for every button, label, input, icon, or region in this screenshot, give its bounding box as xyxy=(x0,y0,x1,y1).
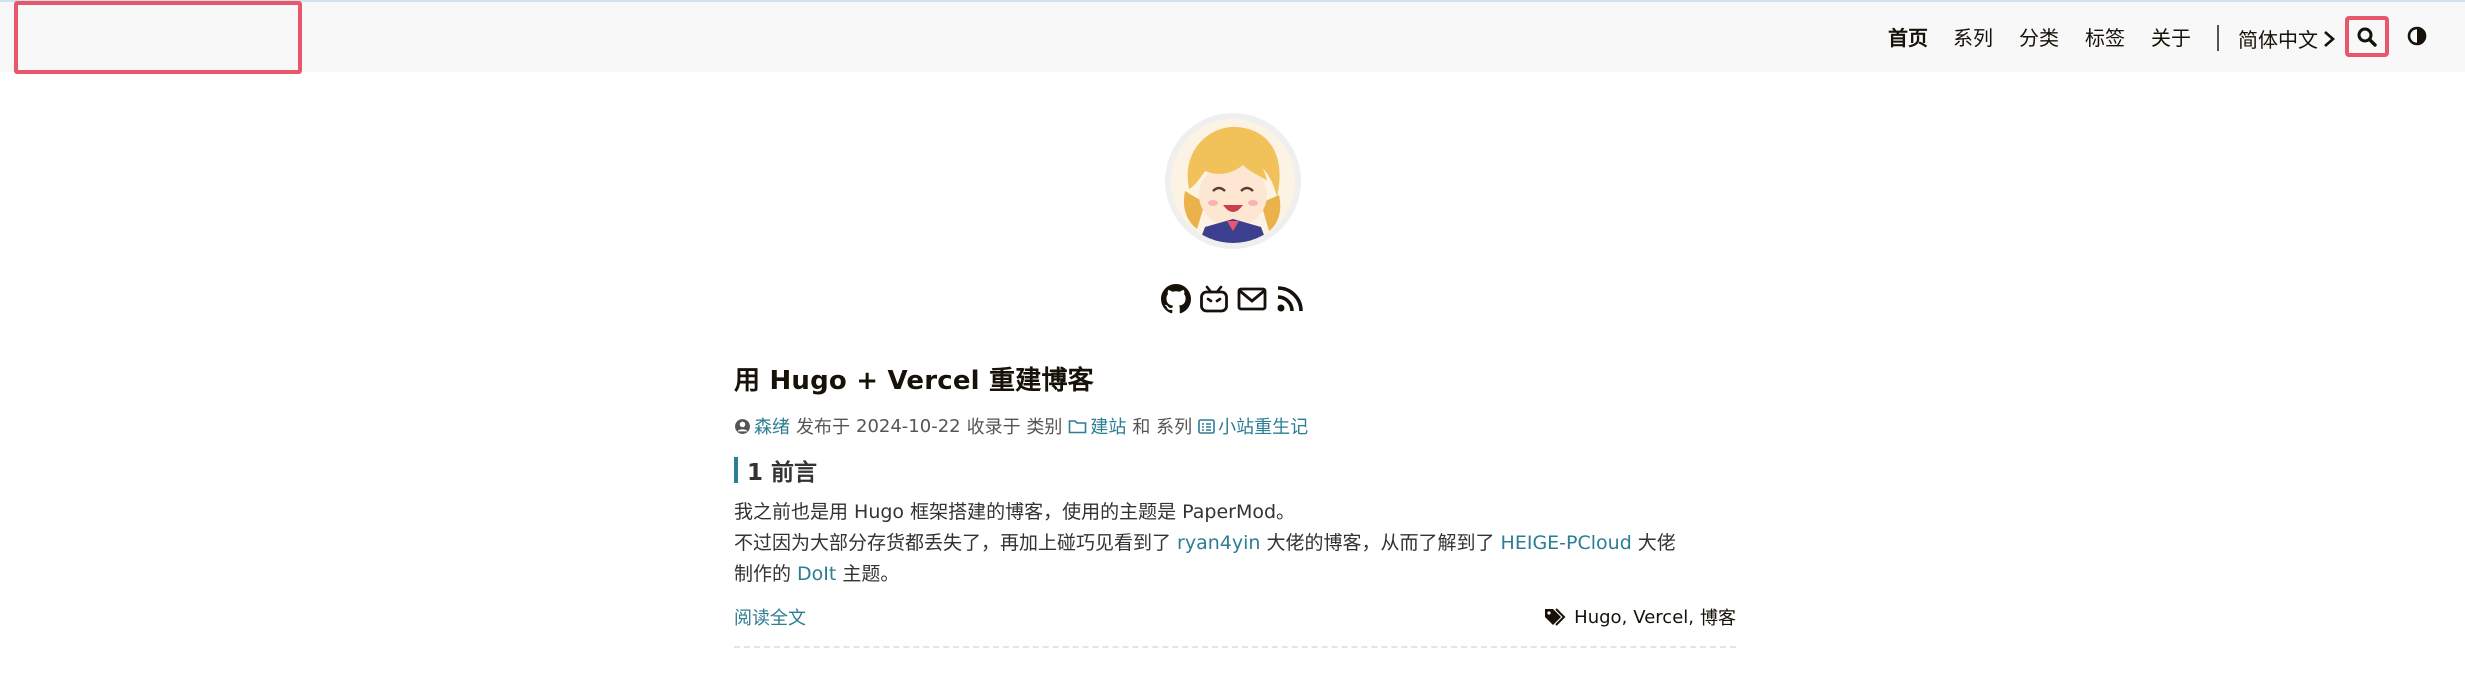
language-switcher[interactable]: 简体中文 xyxy=(2238,24,2336,53)
summary-text: 主题。 xyxy=(836,563,900,585)
bilibili-icon xyxy=(1200,285,1228,313)
rss-icon xyxy=(1277,286,1303,312)
post-meta: 森绪 发布于 2024-10-22 收录于 类别 建站 和 系列 小站重生记 xyxy=(734,413,1736,439)
post-footer: 阅读全文 Hugo, Vercel, 博客 xyxy=(734,604,1736,630)
email-link[interactable] xyxy=(1236,282,1268,316)
post-tags: Hugo, Vercel, 博客 xyxy=(1544,604,1736,630)
nav-item-home[interactable]: 首页 xyxy=(1888,22,1928,51)
theme-toggle-button[interactable] xyxy=(2405,24,2429,48)
user-icon xyxy=(734,418,751,435)
contrast-icon xyxy=(2407,26,2427,46)
published-prefix: 发布于 xyxy=(796,417,850,438)
summary-text: 制作的 xyxy=(734,563,798,585)
series-icon xyxy=(1198,418,1215,434)
ryan4yin-link[interactable]: ryan4yin xyxy=(1177,532,1260,554)
post-separator xyxy=(734,646,1736,648)
bilibili-link[interactable] xyxy=(1198,282,1230,316)
post-card: 用 Hugo + Vercel 重建博客 森绪 发布于 2024-10-22 收… xyxy=(734,360,1736,648)
language-label: 简体中文 xyxy=(2238,28,2318,52)
chevron-right-icon xyxy=(2324,30,2335,47)
summary-paragraph-3: 制作的 DoIt 主题。 xyxy=(734,559,1736,590)
github-link[interactable] xyxy=(1160,282,1192,316)
logo-placeholder[interactable] xyxy=(14,1,302,74)
search-icon xyxy=(2357,27,2377,47)
summary-text: 大佬 xyxy=(1631,532,1676,554)
nav-item-about[interactable]: 关于 xyxy=(2151,22,2191,51)
collected-in-label: 收录于 类别 xyxy=(966,417,1063,438)
series-link[interactable]: 小站重生记 xyxy=(1218,413,1308,439)
summary-text: 不过因为大部分存货都丢失了，再加上碰巧见看到了 xyxy=(734,532,1178,554)
tags-icon xyxy=(1545,608,1566,626)
read-more-link[interactable]: 阅读全文 xyxy=(734,604,806,630)
folder-icon xyxy=(1068,419,1087,434)
nav-divider xyxy=(2217,25,2219,51)
category-link[interactable]: 建站 xyxy=(1090,413,1126,439)
doit-link[interactable]: DoIt xyxy=(797,563,836,585)
post-date: 2024-10-22 xyxy=(856,415,961,437)
heige-pcloud-link[interactable]: HEIGE-PCloud xyxy=(1501,532,1632,554)
summary-text: 大佬的博客，从而了解到了 xyxy=(1260,532,1501,554)
heading-text: 1 前言 xyxy=(747,460,818,486)
author-link[interactable]: 森绪 xyxy=(754,413,790,439)
rss-link[interactable] xyxy=(1274,282,1306,316)
tag-link[interactable]: Hugo xyxy=(1574,607,1621,628)
social-links xyxy=(1160,282,1306,316)
nav-item-categories[interactable]: 分类 xyxy=(2019,22,2059,51)
nav-item-series[interactable]: 系列 xyxy=(1953,22,1993,51)
navbar: 首页 系列 分类 标签 关于 简体中文 xyxy=(0,2,2465,72)
avatar[interactable] xyxy=(1165,113,1301,249)
search-button[interactable] xyxy=(2345,16,2389,57)
summary-paragraph-1: 我之前也是用 Hugo 框架搭建的博客，使用的主题是 PaperMod。 xyxy=(734,501,1296,523)
post-title[interactable]: 用 Hugo + Vercel 重建博客 xyxy=(734,360,1736,397)
summary-paragraph-2: 不过因为大部分存货都丢失了，再加上碰巧见看到了 ryan4yin 大佬的博客，从… xyxy=(734,528,1736,559)
nav-item-tags[interactable]: 标签 xyxy=(2085,22,2125,51)
post-summary: 我之前也是用 Hugo 框架搭建的博客，使用的主题是 PaperMod。 不过因… xyxy=(734,497,1736,590)
email-icon xyxy=(1237,287,1267,311)
tag-link[interactable]: 博客 xyxy=(1700,608,1736,629)
avatar-image xyxy=(1171,119,1295,243)
content-heading: 1 前言 xyxy=(734,453,1736,487)
heading-bar xyxy=(734,457,738,483)
github-icon xyxy=(1161,284,1191,314)
and-series-label: 和 系列 xyxy=(1132,417,1193,438)
tag-link[interactable]: Vercel xyxy=(1633,607,1688,628)
